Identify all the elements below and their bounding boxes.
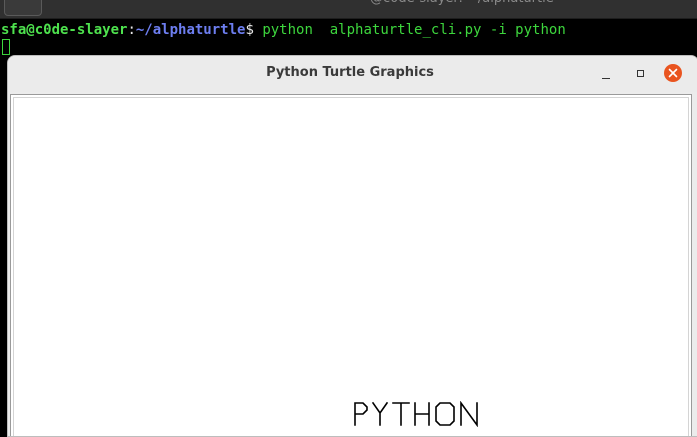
turtle-graphics-window[interactable]: Python Turtle Graphics PYTHON [7, 55, 697, 437]
terminal-titlebar: @c0de-slayer: ~/alphaturtle [0, 0, 697, 19]
letter-o [435, 402, 455, 426]
close-icon [668, 68, 678, 78]
prompt-dollar: $ [245, 22, 254, 38]
letter-t [392, 402, 410, 426]
turtle-canvas[interactable]: PYTHON [10, 94, 692, 436]
turtle-window-titlebar[interactable]: Python Turtle Graphics [8, 56, 697, 92]
letter-h [414, 402, 430, 426]
terminal-cursor [2, 39, 10, 55]
turtle-drawn-text: PYTHON [354, 401, 478, 427]
prompt-colon: : [127, 22, 136, 38]
terminal-prompt-line: sfa@c0de-slayer:~/alphaturtle$ python al… [1, 21, 566, 39]
letter-n [460, 401, 478, 427]
terminal-menu-button[interactable] [4, 0, 42, 16]
terminal-command: python alphaturtle_cli.py -i python [253, 22, 566, 38]
minimize-icon [602, 77, 610, 79]
maximize-button[interactable] [631, 64, 649, 82]
terminal-title: @c0de-slayer: ~/alphaturtle [370, 0, 554, 6]
maximize-icon [636, 69, 644, 77]
letter-y [371, 401, 389, 426]
turtle-window-title: Python Turtle Graphics [266, 65, 434, 80]
minimize-button[interactable] [597, 64, 615, 82]
close-button[interactable] [664, 64, 682, 82]
prompt-path: ~/alphaturtle [135, 22, 246, 38]
letter-p [354, 402, 368, 426]
prompt-user: sfa@c0de-slayer [1, 22, 128, 38]
turtle-canvas-inner: PYTHON [13, 97, 689, 436]
